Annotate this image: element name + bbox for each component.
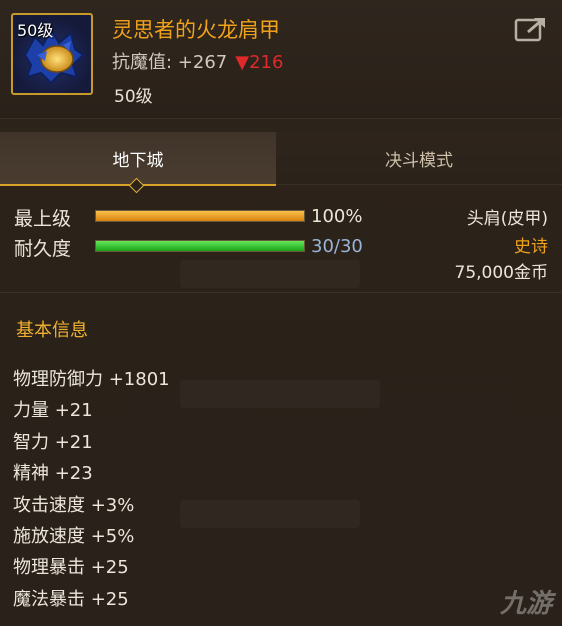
mode-tabs: 地下城 决斗模式 xyxy=(0,132,562,186)
resist-value-row: 抗魔值: +267 ▼216 xyxy=(112,48,283,74)
durability-bar xyxy=(95,240,305,252)
stat-item: 精神 +23 xyxy=(13,463,93,485)
stat-item: 物理暴击 +25 xyxy=(13,557,129,579)
resist-value: 抗魔值: +267 xyxy=(112,52,228,73)
item-header: 50级 灵思者的火龙肩甲 抗魔值: +267 ▼216 50级 xyxy=(0,0,562,119)
durability-label: 耐久度 xyxy=(14,238,72,260)
item-name: 灵思者的火龙肩甲 xyxy=(112,18,280,42)
rarity-label: 史诗 xyxy=(514,237,548,257)
durability-value: 30/30 xyxy=(311,236,363,257)
background-decoration xyxy=(180,500,360,528)
item-price: 75,000金币 xyxy=(454,263,548,283)
resist-change: ▼216 xyxy=(235,52,284,73)
stat-item: 力量 +21 xyxy=(13,400,93,422)
item-icon: 50级 xyxy=(11,13,93,95)
background-decoration xyxy=(180,380,380,408)
tab-dungeon[interactable]: 地下城 xyxy=(0,132,276,186)
share-icon[interactable] xyxy=(514,14,548,42)
background-decoration xyxy=(180,260,360,288)
item-level-badge: 50级 xyxy=(17,21,54,40)
durability-bar-fill xyxy=(96,241,304,251)
tab-pvp[interactable]: 决斗模式 xyxy=(276,132,562,185)
top-level-label: 最上级 xyxy=(14,208,72,230)
top-level-value: 100% xyxy=(311,206,363,227)
stat-item: 魔法暴击 +25 xyxy=(13,588,129,610)
stat-item: 智力 +21 xyxy=(13,431,93,453)
stat-item: 物理防御力 +1801 xyxy=(13,369,170,390)
top-level-bar-fill xyxy=(96,211,304,221)
watermark-logo: 九游 xyxy=(499,589,552,619)
equipment-slot: 头肩(皮甲) xyxy=(466,209,548,229)
stat-item: 施放速度 +5% xyxy=(13,525,135,547)
stat-item: 攻击速度 +3% xyxy=(13,494,135,516)
divider xyxy=(0,292,562,293)
stat-list: 物理防御力 +1801 力量 +21 智力 +21 精神 +23 攻击速度 +3… xyxy=(13,364,170,615)
top-level-bar xyxy=(95,210,305,222)
required-level: 50级 xyxy=(114,87,153,107)
item-tooltip-panel: 50级 灵思者的火龙肩甲 抗魔值: +267 ▼216 50级 地下城 决斗模式 … xyxy=(0,0,562,626)
section-title-basic-info: 基本信息 xyxy=(16,320,88,341)
